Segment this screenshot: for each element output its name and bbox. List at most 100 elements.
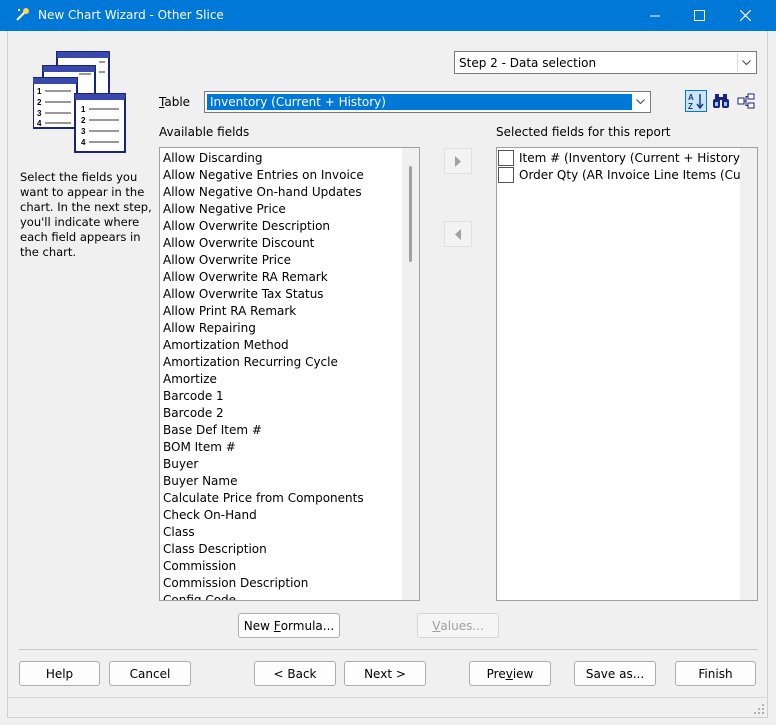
- title-bar: New Chart Wizard - Other Slice: [0, 0, 776, 31]
- step-select-value: Step 2 - Data selection: [459, 56, 597, 70]
- list-item[interactable]: Amortize: [163, 372, 217, 386]
- preview-label-post: iew: [512, 666, 534, 681]
- vertical-scrollbar[interactable]: [402, 148, 419, 600]
- selected-field-item[interactable]: Item # (Inventory (Current + History)): [498, 150, 740, 167]
- list-item[interactable]: Barcode 1: [163, 389, 224, 403]
- svg-text:3: 3: [37, 109, 42, 118]
- svg-text:1: 1: [81, 105, 86, 114]
- selected-fields-list[interactable]: Item # (Inventory (Current + History)) O…: [496, 147, 758, 601]
- svg-text:Z: Z: [688, 102, 693, 110]
- list-item[interactable]: Allow Negative Entries on Invoice: [163, 168, 364, 182]
- list-item[interactable]: Allow Overwrite Description: [163, 219, 330, 233]
- sort-az-icon: A Z: [688, 93, 704, 110]
- instructions-line: Select the fields you: [20, 170, 138, 184]
- wizard-wand-icon: [16, 8, 29, 21]
- list-item[interactable]: Allow Overwrite Price: [163, 253, 291, 267]
- minimize-button[interactable]: [632, 0, 678, 31]
- wizard-illustration-icon: 1234 1234: [33, 51, 126, 153]
- preview-label-pre: Pre: [486, 666, 506, 681]
- svg-text:2: 2: [37, 98, 42, 107]
- list-item[interactable]: Check On-Hand: [163, 508, 257, 522]
- list-item[interactable]: Base Def Item #: [163, 423, 262, 437]
- selected-fields-label: Selected fields for this report: [496, 125, 671, 139]
- new-formula-button[interactable]: New Formula...: [238, 613, 340, 638]
- list-item[interactable]: Allow Repairing: [163, 321, 256, 335]
- list-item[interactable]: Allow Overwrite RA Remark: [163, 270, 328, 284]
- arrow-left-icon: [455, 228, 461, 240]
- binoculars-icon: [713, 94, 729, 108]
- find-field-button[interactable]: [710, 90, 732, 112]
- list-item[interactable]: Commission: [163, 559, 236, 573]
- cancel-button[interactable]: Cancel: [109, 661, 191, 686]
- chevron-down-icon[interactable]: [632, 93, 649, 111]
- list-item[interactable]: Commission Description: [163, 576, 308, 590]
- instructions-line: chart. In the next step,: [20, 200, 152, 214]
- list-item[interactable]: Buyer Name: [163, 474, 237, 488]
- list-item[interactable]: Class Description: [163, 542, 267, 556]
- svg-text:A: A: [688, 93, 694, 102]
- step-select[interactable]: Step 2 - Data selection: [454, 51, 757, 74]
- preview-mnemonic: v: [505, 666, 513, 681]
- resize-grip-icon[interactable]: [753, 703, 765, 715]
- vertical-scrollbar[interactable]: [740, 148, 757, 600]
- finish-button[interactable]: Finish: [675, 661, 756, 686]
- list-item[interactable]: Allow Print RA Remark: [163, 304, 296, 318]
- table-label-rest: able: [164, 95, 191, 109]
- list-item[interactable]: BOM Item #: [163, 440, 236, 454]
- new-formula-label-pre: New: [243, 618, 274, 633]
- svg-text:3: 3: [81, 127, 86, 136]
- add-field-button[interactable]: [444, 148, 472, 174]
- list-item[interactable]: Class: [163, 525, 195, 539]
- instructions-text: Select the fields you want to appear in …: [20, 170, 152, 260]
- table-relations-button[interactable]: [735, 90, 757, 112]
- available-fields-label: Available fields: [159, 125, 250, 139]
- list-item[interactable]: Allow Overwrite Tax Status: [163, 287, 324, 301]
- close-button[interactable]: [722, 0, 768, 31]
- table-select-value: Inventory (Current + History): [206, 93, 633, 111]
- scrollbar-thumb[interactable]: [409, 166, 412, 262]
- selected-field-label: Item # (Inventory (Current + History)): [519, 151, 740, 165]
- divider: [19, 649, 758, 650]
- list-item[interactable]: Amortization Method: [163, 338, 289, 352]
- help-button[interactable]: Help: [19, 661, 100, 686]
- list-item[interactable]: Allow Discarding: [163, 151, 263, 165]
- list-item[interactable]: Calculate Price from Components: [163, 491, 364, 505]
- remove-field-button[interactable]: [444, 221, 472, 247]
- window-title: New Chart Wizard - Other Slice: [38, 8, 224, 22]
- svg-text:4: 4: [37, 119, 42, 128]
- list-item[interactable]: Amortization Recurring Cycle: [163, 355, 338, 369]
- list-item[interactable]: Barcode 2: [163, 406, 224, 420]
- list-item[interactable]: Config Code: [163, 593, 236, 600]
- maximize-button[interactable]: [676, 0, 722, 31]
- instructions-line: want to appear in the: [20, 185, 145, 199]
- list-item[interactable]: Buyer: [163, 457, 198, 471]
- list-item[interactable]: Allow Overwrite Discount: [163, 236, 314, 250]
- selected-field-item[interactable]: Order Qty (AR Invoice Line Items (Curren…: [498, 167, 740, 184]
- list-item[interactable]: Allow Negative Price: [163, 202, 286, 216]
- chevron-down-icon[interactable]: [737, 53, 755, 72]
- table-label: Table: [159, 95, 190, 109]
- instructions-line: each field appears in: [20, 230, 141, 244]
- new-formula-mnemonic: F: [273, 618, 281, 633]
- values-label: alues...: [440, 618, 484, 633]
- field-checkbox[interactable]: [498, 167, 514, 183]
- selected-field-label: Order Qty (AR Invoice Line Items (Curren…: [519, 168, 740, 182]
- list-item[interactable]: Allow Negative On-hand Updates: [163, 185, 362, 199]
- maximize-icon: [693, 10, 705, 21]
- close-icon: [739, 10, 751, 21]
- next-button[interactable]: Next >: [344, 661, 426, 686]
- hierarchy-icon: [737, 93, 755, 109]
- save-as-button[interactable]: Save as...: [574, 661, 656, 686]
- available-fields-list[interactable]: Allow Discarding Allow Negative Entries o…: [159, 147, 420, 601]
- arrow-right-icon: [455, 155, 461, 167]
- preview-button[interactable]: Pre v iew: [469, 661, 551, 686]
- sort-fields-button[interactable]: A Z: [685, 90, 707, 112]
- status-bar: [8, 697, 768, 718]
- new-formula-label-post: ormula...: [280, 618, 335, 633]
- values-button[interactable]: Values...: [417, 613, 499, 638]
- table-select[interactable]: Inventory (Current + History): [204, 91, 651, 113]
- back-button[interactable]: < Back: [254, 661, 336, 686]
- values-mnemonic: V: [432, 618, 441, 633]
- svg-text:4: 4: [81, 138, 86, 147]
- field-checkbox[interactable]: [498, 150, 514, 166]
